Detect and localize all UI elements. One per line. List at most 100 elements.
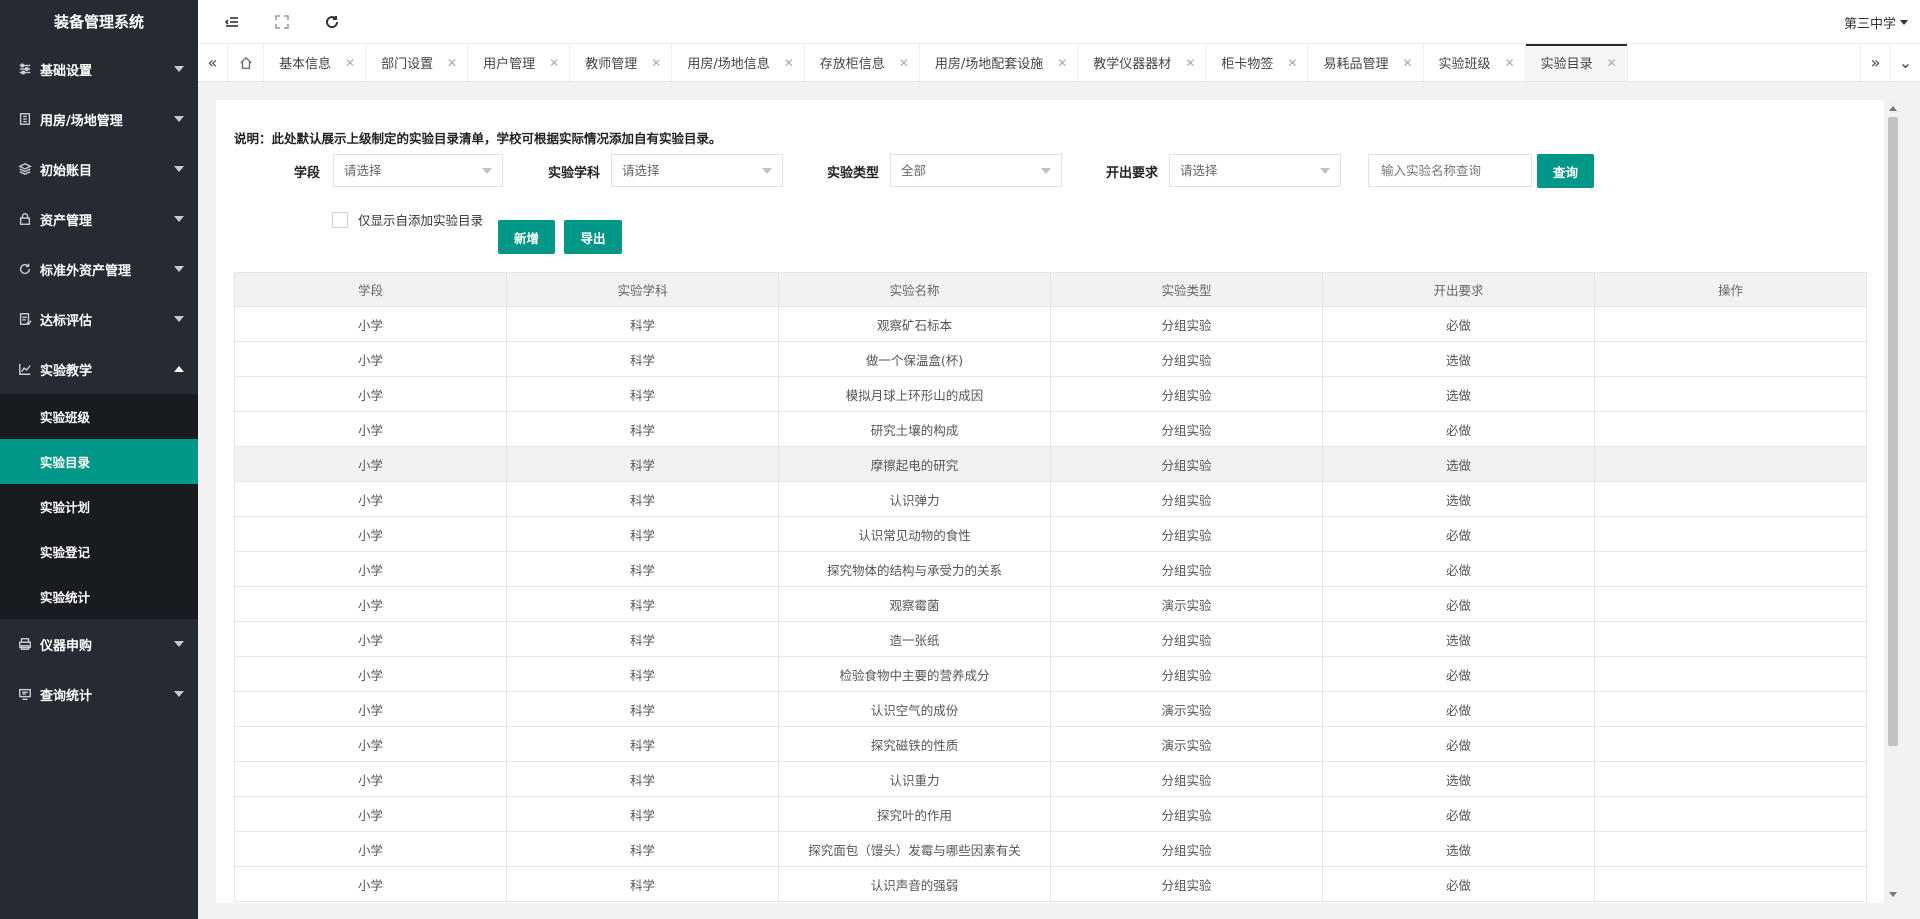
subject-select[interactable]: 请选择 [611, 154, 783, 187]
close-icon[interactable]: ✕ [1505, 56, 1515, 70]
cell-requirement: 必做 [1322, 306, 1595, 342]
close-icon[interactable]: ✕ [1287, 56, 1297, 70]
cell-requirement: 选做 [1322, 761, 1595, 797]
menu-toggle-icon[interactable] [222, 12, 242, 32]
close-icon[interactable]: ✕ [899, 56, 909, 70]
table-row[interactable]: 小学 科学 认识空气的成份 演示实验 必做 [234, 691, 1867, 727]
cell-type: 分组实验 [1050, 341, 1323, 377]
experiment-search-input[interactable] [1368, 154, 1532, 187]
table-row[interactable]: 小学 科学 检验食物中主要的营养成分 分组实验 必做 [234, 656, 1867, 692]
caret-down-icon [174, 316, 184, 322]
sidebar-subitem-experiment-register[interactable]: 实验登记 [0, 529, 198, 574]
caret-down-icon [174, 266, 184, 272]
sidebar-item-query-stats[interactable]: 查询统计 [0, 669, 198, 719]
tab-menu-chevron-down-icon[interactable]: ⌄ [1890, 44, 1920, 81]
sidebar-item-basic-settings[interactable]: 基础设置 [0, 44, 198, 94]
tab-cabinet-info[interactable]: 存放柜信息 ✕ [805, 44, 920, 81]
cell-name: 研究土壤的构成 [778, 411, 1051, 447]
type-select[interactable]: 全部 [890, 154, 1062, 187]
scroll-down-icon[interactable] [1889, 892, 1897, 897]
tab-cabinet-tags[interactable]: 柜卡物签 ✕ [1206, 44, 1309, 81]
close-icon[interactable]: ✕ [1057, 56, 1067, 70]
chart-icon [18, 362, 32, 376]
close-icon[interactable]: ✕ [549, 56, 559, 70]
close-icon[interactable]: ✕ [1185, 56, 1195, 70]
tab-basic-info[interactable]: 基本信息 ✕ [264, 44, 367, 81]
home-icon[interactable] [228, 44, 264, 81]
sidebar-subitem-experiment-plan[interactable]: 实验计划 [0, 484, 198, 529]
cell-type: 演示实验 [1050, 691, 1323, 727]
table-row[interactable]: 小学 科学 探究叶的作用 分组实验 必做 [234, 796, 1867, 832]
checkbox-label: 仅显示自添加实验目录 [358, 213, 484, 228]
close-icon[interactable]: ✕ [784, 56, 794, 70]
table-row[interactable]: 小学 科学 造一张纸 分组实验 选做 [234, 621, 1867, 657]
cell-actions [1594, 586, 1867, 622]
cell-requirement: 选做 [1322, 376, 1595, 412]
app-title: 装备管理系统 [53, 13, 144, 31]
sidebar-item-experiment-teaching[interactable]: 实验教学 [0, 344, 198, 394]
cell-stage: 小学 [234, 446, 507, 482]
sidebar-item-nonstandard-assets[interactable]: 标准外资产管理 [0, 244, 198, 294]
notice-text: 说明：此处默认展示上级制定的实验目录清单，学校可根据实际情况添加自有实验目录。 [234, 131, 722, 146]
scroll-thumb[interactable] [1888, 117, 1898, 746]
export-button[interactable]: 导出 [564, 220, 622, 254]
table-row[interactable]: 小学 科学 观察霉菌 演示实验 必做 [234, 586, 1867, 622]
tab-department[interactable]: 部门设置 ✕ [366, 44, 469, 81]
table-row[interactable]: 小学 科学 探究磁铁的性质 演示实验 必做 [234, 726, 1867, 762]
close-icon[interactable]: ✕ [447, 56, 457, 70]
search-button[interactable]: 查询 [1537, 154, 1594, 188]
close-icon[interactable]: ✕ [651, 56, 661, 70]
add-button[interactable]: 新增 [498, 220, 555, 254]
sidebar-item-room-management[interactable]: 用房/场地管理 [0, 94, 198, 144]
tab-experiment-class[interactable]: 实验班级 ✕ [1424, 44, 1526, 81]
close-icon[interactable]: ✕ [1402, 56, 1412, 70]
tab-experiment-catalog[interactable]: 实验目录 ✕ [1525, 44, 1628, 81]
scroll-up-icon[interactable] [1889, 106, 1897, 111]
table-row[interactable]: 小学 科学 认识声音的强弱 分组实验 必做 [234, 866, 1867, 902]
close-icon[interactable]: ✕ [1607, 56, 1617, 70]
table-row[interactable]: 小学 科学 认识常见动物的食性 分组实验 必做 [234, 516, 1867, 552]
tab-scroll-left-icon[interactable]: « [198, 44, 228, 81]
tab-room-facilities[interactable]: 用房/场地配套设施 ✕ [920, 44, 1079, 81]
table-row[interactable]: 小学 科学 摩擦起电的研究 分组实验 选做 [234, 446, 1867, 482]
cell-subject: 科学 [506, 481, 779, 517]
vertical-scrollbar[interactable] [1884, 100, 1902, 903]
cell-actions [1594, 516, 1867, 552]
tab-scroll-right-icon[interactable]: » [1860, 44, 1890, 81]
sidebar-item-assessment[interactable]: 达标评估 [0, 294, 198, 344]
cell-actions [1594, 411, 1867, 447]
requirement-select[interactable]: 请选择 [1169, 154, 1341, 187]
tab-instruments[interactable]: 教学仪器器材 ✕ [1078, 44, 1207, 81]
stage-select[interactable]: 请选择 [333, 154, 503, 187]
tab-label: 用房/场地信息 [687, 57, 770, 72]
cell-requirement: 选做 [1322, 341, 1595, 377]
fullscreen-icon[interactable] [272, 12, 292, 32]
table-row[interactable]: 小学 科学 做一个保温盒(杯) 分组实验 选做 [234, 341, 1867, 377]
subject-select-value: 请选择 [622, 163, 660, 178]
checkbox-box[interactable] [332, 211, 348, 228]
tab-users[interactable]: 用户管理 ✕ [468, 44, 571, 81]
tab-room-info[interactable]: 用房/场地信息 ✕ [672, 44, 805, 81]
sidebar-subitem-experiment-catalog[interactable]: 实验目录 [0, 439, 198, 484]
table-row[interactable]: 小学 科学 研究土壤的构成 分组实验 必做 [234, 411, 1867, 447]
sidebar-subitem-experiment-class[interactable]: 实验班级 [0, 394, 198, 439]
cell-name: 探究磁铁的性质 [778, 726, 1051, 762]
sidebar-subitem-experiment-stats[interactable]: 实验统计 [0, 574, 198, 619]
cell-requirement: 必做 [1322, 726, 1595, 762]
table-row[interactable]: 小学 科学 探究面包（馒头）发霉与哪些因素有关 分组实验 选做 [234, 831, 1867, 867]
tab-teachers[interactable]: 教师管理 ✕ [570, 44, 673, 81]
cell-name: 认识弹力 [778, 481, 1051, 517]
tab-consumables[interactable]: 易耗品管理 ✕ [1308, 44, 1424, 81]
table-row[interactable]: 小学 科学 观察矿石标本 分组实验 必做 [234, 306, 1867, 342]
sidebar-item-asset-management[interactable]: 资产管理 [0, 194, 198, 244]
table-row[interactable]: 小学 科学 模拟月球上环形山的成因 分组实验 选做 [234, 376, 1867, 412]
refresh-icon[interactable] [322, 12, 342, 32]
table-row[interactable]: 小学 科学 认识重力 分组实验 选做 [234, 761, 1867, 797]
only-custom-checkbox[interactable]: 仅显示自添加实验目录 [332, 210, 483, 229]
school-selector[interactable]: 第三中学 [1844, 13, 1908, 32]
sidebar-item-instrument-purchase[interactable]: 仪器申购 [0, 619, 198, 669]
sidebar-item-initial-accounts[interactable]: 初始账目 [0, 144, 198, 194]
table-row[interactable]: 小学 科学 认识弹力 分组实验 选做 [234, 481, 1867, 517]
close-icon[interactable]: ✕ [345, 56, 355, 70]
table-row[interactable]: 小学 科学 探究物体的结构与承受力的关系 分组实验 必做 [234, 551, 1867, 587]
